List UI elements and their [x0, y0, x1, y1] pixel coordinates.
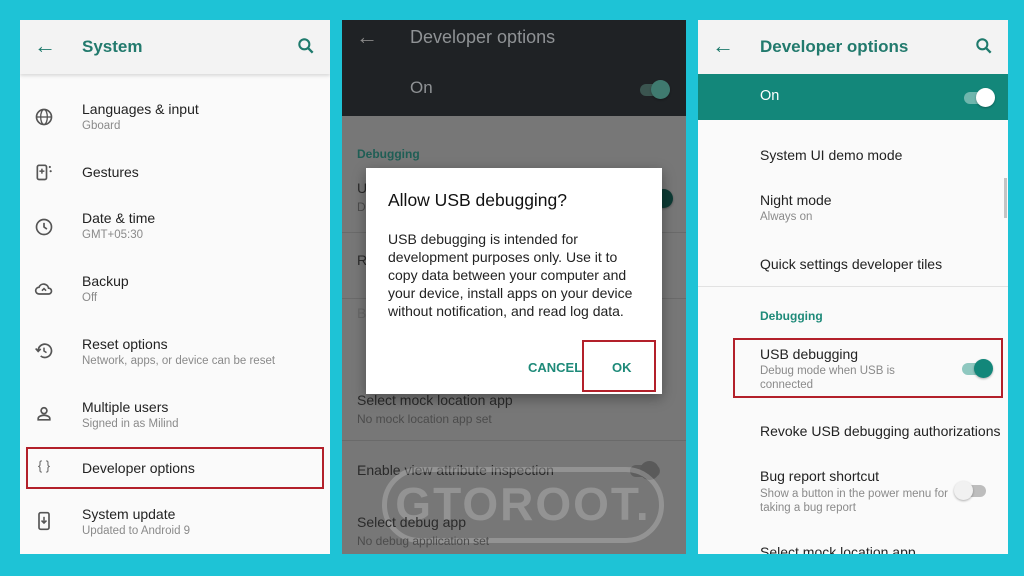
section-header-debugging: Debugging: [357, 147, 420, 161]
back-arrow-icon[interactable]: ←: [34, 35, 56, 57]
item-subtitle: No mock location app set: [357, 412, 492, 426]
bg-row-subtitle: D: [357, 200, 366, 214]
gestures-icon: [36, 164, 52, 181]
page-title: Developer options: [760, 37, 909, 56]
list-item-bug-report-shortcut[interactable]: Bug report shortcut Show a button in the…: [698, 468, 1008, 528]
item-title: Select mock location app: [357, 392, 513, 408]
list-item-mock-location[interactable]: Select mock location app: [760, 544, 916, 554]
item-title: Select debug app: [357, 514, 466, 530]
list-item-languages[interactable]: Languages & input Gboard: [20, 90, 330, 146]
scrollbar[interactable]: [1004, 178, 1007, 218]
item-subtitle: Updated to Android 9: [82, 525, 191, 537]
list-item-backup[interactable]: Backup Off: [20, 269, 330, 325]
list-item-quick-settings-tiles[interactable]: Quick settings developer tiles: [760, 256, 942, 272]
person-icon: [37, 406, 51, 421]
app-bar: ← Developer options: [698, 20, 1008, 74]
page-title: Developer options: [410, 27, 556, 47]
item-subtitle: Off: [82, 292, 98, 304]
master-switch-label: On: [760, 88, 780, 104]
clock-icon: [35, 218, 53, 236]
list-item-system-update[interactable]: System update Updated to Android 9: [20, 500, 330, 550]
item-subtitle: GMT+05:30: [82, 229, 144, 241]
list-item-night-mode[interactable]: Night mode Always on: [698, 192, 1008, 232]
item-subtitle: Network, apps, or device can be reset: [82, 355, 276, 367]
item-title: System update: [82, 506, 176, 522]
restore-icon: [35, 343, 53, 359]
dialog-message: USB debugging is intended for developmen…: [388, 231, 633, 319]
item-title: Multiple users: [82, 399, 169, 415]
master-switch-bar[interactable]: On: [698, 74, 1008, 120]
item-subtitle: Gboard: [82, 120, 121, 132]
app-bar: ← System: [20, 20, 330, 74]
bug-report-toggle[interactable]: [954, 480, 988, 500]
system-update-icon: [38, 511, 50, 531]
dialog-title: Allow USB debugging?: [388, 190, 568, 210]
cloud-upload-icon: [34, 283, 53, 295]
highlight-box: [582, 340, 656, 392]
bg-row-title: B: [357, 305, 367, 321]
item-title: Gestures: [82, 164, 139, 180]
search-icon[interactable]: [974, 36, 994, 56]
master-switch-label: On: [410, 78, 433, 97]
item-subtitle: Show a button in the power menu for taki…: [760, 488, 948, 514]
item-title: Languages & input: [82, 101, 199, 117]
page-title: System: [82, 37, 143, 56]
master-switch-toggle[interactable]: [638, 79, 672, 99]
divider: [698, 286, 1008, 287]
highlight-box: [733, 338, 1003, 398]
list-item-debug-app: Select debug app No debug application se…: [342, 514, 686, 554]
list-item-revoke-authorizations[interactable]: Revoke USB debugging authorizations: [760, 423, 1001, 439]
item-title: Night mode: [760, 192, 832, 208]
divider: [342, 440, 686, 441]
search-icon[interactable]: [296, 36, 316, 56]
back-arrow-icon[interactable]: ←: [356, 26, 378, 48]
list-item-gestures[interactable]: Gestures: [20, 152, 330, 202]
master-switch-toggle[interactable]: [962, 87, 996, 107]
highlight-box: [26, 447, 324, 489]
app-bar-dimmed: ← Developer options On: [342, 20, 686, 116]
item-subtitle: No debug application set: [357, 534, 490, 548]
item-title: Backup: [82, 273, 129, 289]
back-arrow-icon[interactable]: ←: [712, 35, 734, 57]
item-subtitle: Signed in as Milind: [82, 418, 179, 430]
system-settings-screen: ← System Languages & input Gboard Gestur…: [20, 20, 330, 554]
item-title: Date & time: [82, 210, 156, 226]
item-subtitle: Always on: [760, 211, 813, 223]
item-title: Bug report shortcut: [760, 468, 880, 484]
list-item-multiple-users[interactable]: Multiple users Signed in as Milind: [20, 395, 330, 451]
cancel-button[interactable]: CANCEL: [528, 360, 582, 375]
list-item-reset-options[interactable]: Reset options Network, apps, or device c…: [20, 332, 330, 388]
developer-options-dialog-screen: ← Developer options On Debugging U D R B…: [342, 20, 686, 554]
section-header-debugging: Debugging: [760, 309, 823, 323]
allow-usb-debugging-dialog: Allow USB debugging? USB debugging is in…: [366, 168, 662, 394]
globe-icon: [35, 108, 53, 126]
developer-options-screen: ← Developer options On System UI demo mo…: [698, 20, 1008, 554]
list-item-mock-location: Select mock location app No mock locatio…: [342, 392, 686, 452]
list-item-system-ui-demo[interactable]: System UI demo mode: [760, 147, 902, 163]
item-title: Reset options: [82, 336, 168, 352]
list-item-date-time[interactable]: Date & time GMT+05:30: [20, 206, 330, 262]
